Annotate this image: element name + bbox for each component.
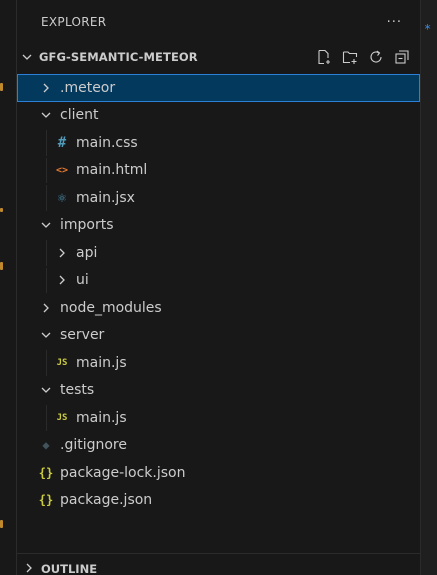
project-section-header[interactable]: GFG-SEMANTIC-METEOR [17, 44, 420, 70]
activity-marker [0, 83, 3, 91]
tree-item-label: ui [76, 272, 89, 289]
indent-guide [46, 130, 47, 156]
html-file-icon: <> [55, 164, 69, 176]
file-item[interactable]: <> main.html [17, 157, 420, 185]
explorer-panel: EXPLORER ··· GFG-SEMANTIC-METEOR .meteor… [17, 0, 420, 575]
folder-item[interactable]: tests [17, 377, 420, 405]
file-item[interactable]: {} package-lock.json [17, 459, 420, 487]
folder-item[interactable]: client [17, 102, 420, 130]
chevron-right-icon [38, 80, 54, 96]
editor-tab-icon: * [424, 22, 432, 36]
js-file-icon: JS [56, 412, 68, 423]
git-file-icon: ◆ [42, 438, 50, 453]
chevron-down-icon [38, 382, 54, 398]
indent-guide [46, 240, 47, 266]
folder-item[interactable]: api [17, 239, 420, 267]
activity-bar [0, 0, 17, 575]
chevron-down-icon [38, 217, 54, 233]
indent-guide [46, 405, 47, 431]
chevron-down-icon [38, 107, 54, 123]
folder-item[interactable]: imports [17, 212, 420, 240]
tree-item-label: main.html [76, 162, 148, 179]
indent-guide [46, 185, 47, 211]
vscode-window: EXPLORER ··· GFG-SEMANTIC-METEOR .meteor… [0, 0, 437, 575]
chevron-right-icon [54, 272, 70, 288]
tree-item-label: main.css [76, 134, 138, 151]
indent-guide [46, 350, 47, 376]
refresh-icon[interactable] [368, 49, 384, 65]
indent-guide [46, 157, 47, 183]
file-item[interactable]: ⚛ main.jsx [17, 184, 420, 212]
tree-item-label: main.jsx [76, 189, 135, 206]
folder-item[interactable]: node_modules [17, 294, 420, 322]
explorer-title: EXPLORER [41, 15, 107, 29]
chevron-right-icon [21, 560, 37, 575]
more-actions-button[interactable]: ··· [387, 15, 402, 30]
explorer-header: EXPLORER ··· [17, 0, 420, 44]
activity-marker [0, 262, 3, 270]
css-file-icon: # [57, 134, 67, 151]
tree-item-label: main.js [76, 354, 127, 371]
folder-item[interactable]: server [17, 322, 420, 350]
folder-item[interactable]: ui [17, 267, 420, 295]
json-file-icon: {} [38, 465, 54, 480]
section-actions [316, 49, 420, 65]
outline-section-header[interactable]: OUTLINE [17, 553, 420, 575]
chevron-right-icon [38, 300, 54, 316]
file-item[interactable]: JS main.js [17, 349, 420, 377]
tree-item-label: api [76, 244, 98, 261]
tree-item-label: imports [60, 217, 114, 234]
new-file-icon[interactable] [316, 49, 332, 65]
tree-item-label: main.js [76, 409, 127, 426]
react-file-icon: ⚛ [57, 189, 67, 206]
chevron-down-icon [38, 327, 54, 343]
tree-item-label: .gitignore [60, 437, 127, 454]
file-item[interactable]: {} package.json [17, 487, 420, 515]
indent-guide [46, 267, 47, 293]
tree-item-label: server [60, 327, 105, 344]
activity-marker [0, 520, 3, 528]
project-name: GFG-SEMANTIC-METEOR [39, 50, 198, 64]
chevron-right-icon [54, 245, 70, 261]
editor-edge: * [420, 0, 437, 575]
json-file-icon: {} [38, 493, 54, 508]
file-item[interactable]: # main.css [17, 129, 420, 157]
tree-item-label: .meteor [60, 79, 116, 96]
file-tree: .meteor client # main.css <> main.html ⚛ main.j… [17, 74, 420, 514]
chevron-down-icon [19, 49, 35, 65]
file-item[interactable]: ◆ .gitignore [17, 432, 420, 460]
collapse-all-icon[interactable] [394, 49, 410, 65]
activity-marker [0, 208, 3, 212]
tree-item-label: tests [60, 382, 95, 399]
folder-item[interactable]: .meteor [17, 74, 420, 102]
outline-title: OUTLINE [41, 562, 98, 575]
js-file-icon: JS [56, 357, 68, 368]
tree-item-label: client [60, 107, 99, 124]
new-folder-icon[interactable] [342, 49, 358, 65]
file-item[interactable]: JS main.js [17, 404, 420, 432]
tree-item-label: node_modules [60, 299, 162, 316]
tree-item-label: package-lock.json [60, 464, 186, 481]
tree-item-label: package.json [60, 492, 153, 509]
